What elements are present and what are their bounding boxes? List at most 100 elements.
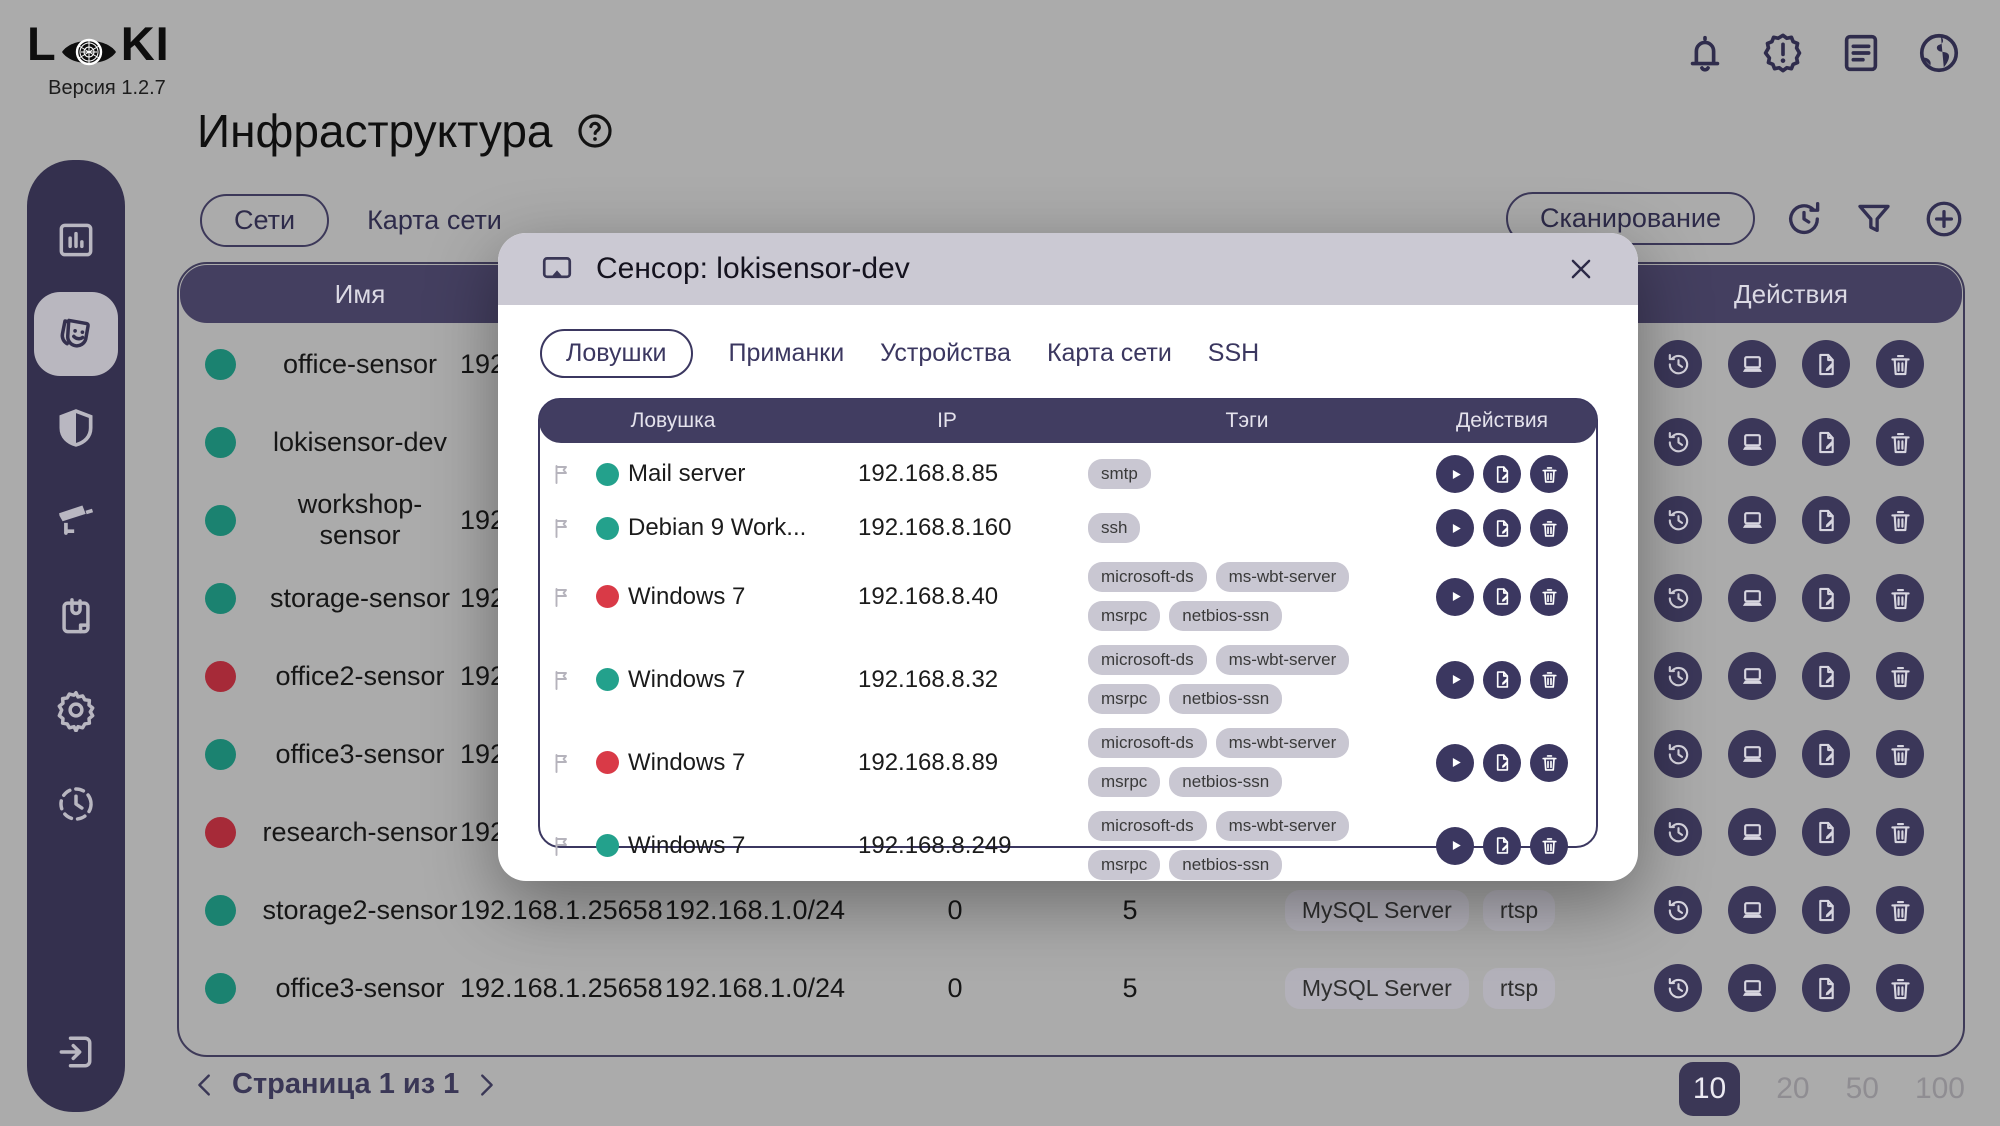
edit-document-button[interactable] bbox=[1802, 340, 1850, 388]
flag-icon[interactable] bbox=[551, 668, 575, 692]
history-clock-button[interactable] bbox=[1654, 808, 1702, 856]
page-size-10[interactable]: 10 bbox=[1679, 1062, 1740, 1116]
edit-document-button[interactable] bbox=[1802, 574, 1850, 622]
trash-trap-button[interactable] bbox=[1530, 661, 1568, 699]
trash-button[interactable] bbox=[1876, 340, 1924, 388]
trap-row[interactable]: Windows 7192.168.8.32microsoft-dsms-wbt-… bbox=[540, 638, 1596, 721]
sidebar-item-gear[interactable] bbox=[34, 668, 118, 752]
flag-icon[interactable] bbox=[551, 516, 575, 540]
play-trap-button[interactable] bbox=[1436, 827, 1474, 865]
trash-button[interactable] bbox=[1876, 808, 1924, 856]
page-size-100[interactable]: 100 bbox=[1915, 1072, 1965, 1106]
page-size-50[interactable]: 50 bbox=[1846, 1072, 1879, 1106]
laptop-button[interactable] bbox=[1728, 808, 1776, 856]
tag-badge: microsoft-ds bbox=[1088, 728, 1207, 758]
modal-tab-ловушки[interactable]: Ловушки bbox=[540, 329, 693, 378]
edit-document-button[interactable] bbox=[1802, 652, 1850, 700]
trap-row[interactable]: Windows 7192.168.8.40microsoft-dsms-wbt-… bbox=[540, 555, 1596, 638]
flag-icon[interactable] bbox=[551, 462, 575, 486]
laptop-button[interactable] bbox=[1728, 964, 1776, 1012]
close-icon[interactable] bbox=[1566, 254, 1596, 284]
document-lines-icon[interactable] bbox=[1838, 30, 1884, 76]
play-trap-button[interactable] bbox=[1436, 455, 1474, 493]
laptop-button[interactable] bbox=[1728, 730, 1776, 778]
edit-document-button[interactable] bbox=[1802, 886, 1850, 934]
status-dot bbox=[205, 973, 236, 1004]
modal-tab-устройства[interactable]: Устройства bbox=[880, 339, 1011, 368]
history-clock-button[interactable] bbox=[1654, 886, 1702, 934]
flag-icon[interactable] bbox=[551, 585, 575, 609]
play-trap-button[interactable] bbox=[1436, 578, 1474, 616]
edit-document-trap-button[interactable] bbox=[1483, 827, 1521, 865]
edit-document-trap-button[interactable] bbox=[1483, 661, 1521, 699]
flag-icon[interactable] bbox=[551, 751, 575, 775]
edit-document-button[interactable] bbox=[1802, 730, 1850, 778]
trap-row[interactable]: Windows 7192.168.8.89microsoft-dsms-wbt-… bbox=[540, 721, 1596, 804]
trap-row[interactable]: Mail server192.168.8.85smtp bbox=[540, 447, 1596, 501]
trap-row[interactable]: Debian 9 Work...192.168.8.160ssh bbox=[540, 501, 1596, 555]
certificate-alert-icon[interactable] bbox=[1760, 30, 1806, 76]
sidebar-item-bar-chart[interactable] bbox=[34, 198, 118, 282]
filter-funnel-icon[interactable] bbox=[1853, 198, 1895, 240]
play-trap-button[interactable] bbox=[1436, 509, 1474, 547]
sidebar-item-cctv-camera[interactable] bbox=[34, 480, 118, 564]
trash-trap-button[interactable] bbox=[1530, 744, 1568, 782]
play-trap-button[interactable] bbox=[1436, 744, 1474, 782]
sidebar-item-masks-active[interactable] bbox=[34, 292, 118, 376]
edit-document-trap-button[interactable] bbox=[1483, 578, 1521, 616]
table-row[interactable]: office3-sensor192.168.1.25658192.168.1.0… bbox=[180, 949, 1962, 1027]
trash-button[interactable] bbox=[1876, 886, 1924, 934]
history-clock-button[interactable] bbox=[1654, 418, 1702, 466]
laptop-button[interactable] bbox=[1728, 496, 1776, 544]
flag-icon[interactable] bbox=[551, 834, 575, 858]
add-circle-icon[interactable] bbox=[1923, 198, 1965, 240]
help-icon[interactable] bbox=[575, 111, 615, 151]
trash-button[interactable] bbox=[1876, 964, 1924, 1012]
history-clock-button[interactable] bbox=[1654, 574, 1702, 622]
play-trap-button[interactable] bbox=[1436, 661, 1474, 699]
laptop-button[interactable] bbox=[1728, 574, 1776, 622]
edit-document-trap-button[interactable] bbox=[1483, 509, 1521, 547]
next-page-icon[interactable] bbox=[471, 1070, 501, 1100]
logout-button[interactable] bbox=[34, 1022, 118, 1082]
trash-button[interactable] bbox=[1876, 652, 1924, 700]
sidebar-item-clock-history[interactable] bbox=[34, 762, 118, 846]
history-clock-button[interactable] bbox=[1654, 964, 1702, 1012]
history-clock-button[interactable] bbox=[1654, 730, 1702, 778]
trash-button[interactable] bbox=[1876, 730, 1924, 778]
trap-row[interactable]: Windows 7192.168.8.249microsoft-dsms-wbt… bbox=[540, 804, 1596, 887]
trash-button[interactable] bbox=[1876, 496, 1924, 544]
laptop-button[interactable] bbox=[1728, 418, 1776, 466]
notifications-bell-icon[interactable] bbox=[1682, 30, 1728, 76]
history-clock-button[interactable] bbox=[1654, 652, 1702, 700]
modal-tab-приманки[interactable]: Приманки bbox=[729, 339, 845, 368]
history-clock-button[interactable] bbox=[1654, 496, 1702, 544]
page-size-20[interactable]: 20 bbox=[1776, 1072, 1809, 1106]
tab-network-map[interactable]: Карта сети bbox=[367, 205, 502, 236]
edit-document-trap-button[interactable] bbox=[1483, 744, 1521, 782]
modal-tab-карта-сети[interactable]: Карта сети bbox=[1047, 339, 1172, 368]
laptop-button[interactable] bbox=[1728, 340, 1776, 388]
edit-document-button[interactable] bbox=[1802, 964, 1850, 1012]
trash-trap-button[interactable] bbox=[1530, 455, 1568, 493]
trash-trap-button[interactable] bbox=[1530, 578, 1568, 616]
trash-button[interactable] bbox=[1876, 574, 1924, 622]
update-clock-icon[interactable] bbox=[1783, 198, 1825, 240]
sidebar-item-shield[interactable] bbox=[34, 386, 118, 470]
laptop-button[interactable] bbox=[1728, 886, 1776, 934]
modal-tab-ssh[interactable]: SSH bbox=[1208, 339, 1259, 368]
globe-icon[interactable] bbox=[1916, 30, 1962, 76]
tab-networks[interactable]: Сети bbox=[200, 194, 329, 247]
history-clock-button[interactable] bbox=[1654, 340, 1702, 388]
edit-document-button[interactable] bbox=[1802, 808, 1850, 856]
sidebar-item-clipboard-note[interactable] bbox=[34, 574, 118, 658]
edit-document-button[interactable] bbox=[1802, 418, 1850, 466]
trash-trap-button[interactable] bbox=[1530, 827, 1568, 865]
laptop-button[interactable] bbox=[1728, 652, 1776, 700]
trash-button[interactable] bbox=[1876, 418, 1924, 466]
trash-trap-button[interactable] bbox=[1530, 509, 1568, 547]
status-dot bbox=[596, 751, 619, 774]
edit-document-trap-button[interactable] bbox=[1483, 455, 1521, 493]
prev-page-icon[interactable] bbox=[190, 1070, 220, 1100]
edit-document-button[interactable] bbox=[1802, 496, 1850, 544]
